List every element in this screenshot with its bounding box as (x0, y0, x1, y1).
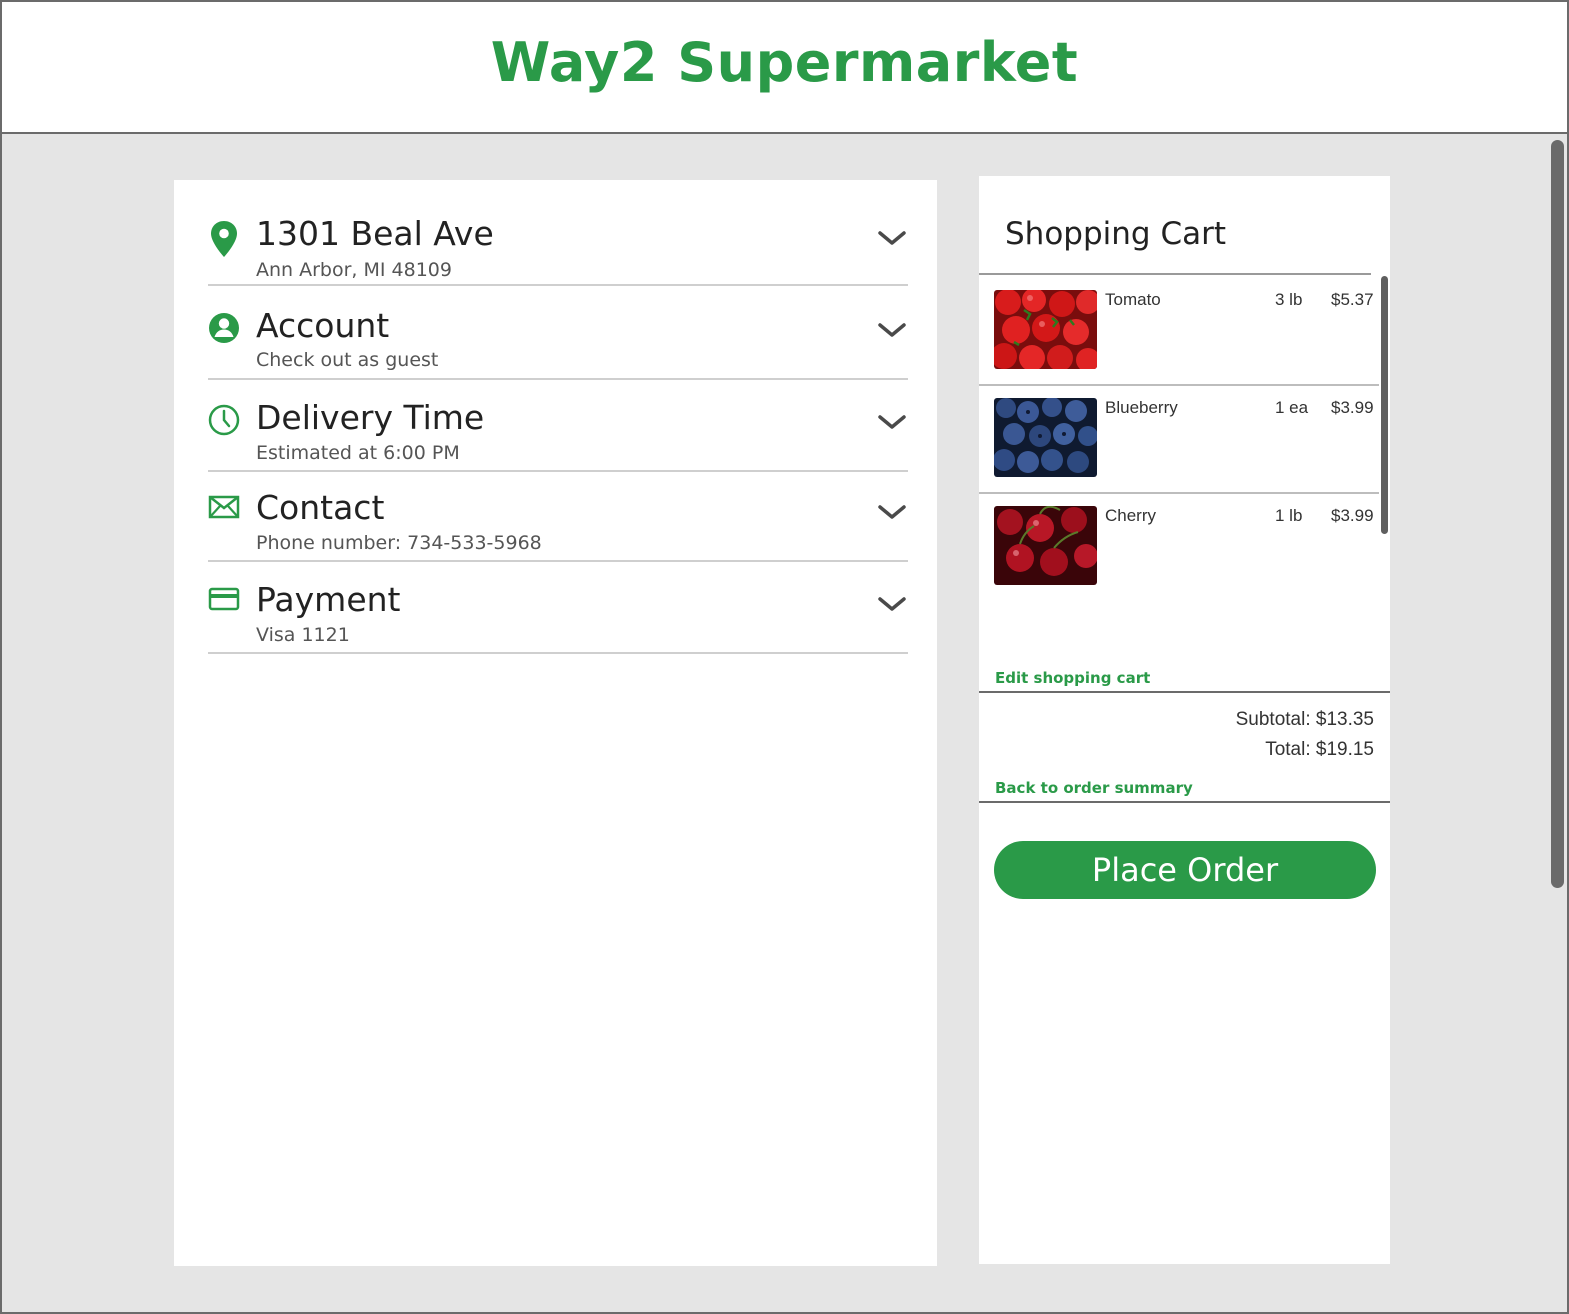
section-payment[interactable]: Payment Visa 1121 (208, 580, 908, 654)
item-price: $5.37 (1331, 290, 1374, 309)
chevron-down-icon[interactable] (876, 222, 908, 254)
section-title: Contact (256, 488, 385, 527)
back-to-summary-link[interactable]: Back to order summary (995, 779, 1193, 797)
section-account[interactable]: Account Check out as guest (208, 306, 908, 380)
item-price: $3.99 (1331, 506, 1374, 525)
tomato-image (994, 290, 1097, 369)
chevron-down-icon[interactable] (876, 588, 908, 620)
chevron-down-icon[interactable] (876, 314, 908, 346)
section-subtitle: Ann Arbor, MI 48109 (256, 259, 452, 281)
place-order-button[interactable]: Place Order (994, 841, 1376, 899)
location-pin-icon (208, 220, 240, 257)
chevron-down-icon[interactable] (876, 496, 908, 528)
section-contact[interactable]: Contact Phone number: 734-533-5968 (208, 488, 908, 562)
page-scrollbar[interactable] (1551, 140, 1565, 890)
cart-item[interactable]: Cherry 1 lb $3.99 (979, 492, 1379, 600)
credit-card-icon (208, 586, 240, 622)
header-bar: Way2 Supermarket (2, 2, 1567, 134)
checkout-panel: 1301 Beal Ave Ann Arbor, MI 48109 Accoun… (174, 180, 937, 1266)
page-scrollbar-thumb[interactable] (1551, 140, 1564, 888)
cart-item[interactable]: Tomato 3 lb $5.37 (979, 276, 1379, 386)
app-window: Way2 Supermarket 1301 Beal Ave Ann Arbor… (0, 0, 1569, 1314)
chevron-down-icon[interactable] (876, 406, 908, 438)
section-title: 1301 Beal Ave (256, 214, 494, 253)
cart-items-scrollbar[interactable] (1381, 276, 1388, 534)
blueberry-image (994, 398, 1097, 477)
divider (979, 273, 1371, 275)
user-icon (208, 312, 240, 348)
item-quantity: 1 lb (1275, 506, 1303, 525)
edit-cart-link[interactable]: Edit shopping cart (995, 669, 1150, 687)
divider (979, 801, 1390, 803)
section-subtitle: Estimated at 6:00 PM (256, 442, 460, 464)
section-title: Delivery Time (256, 398, 485, 437)
shopping-cart-panel: Shopping Cart Tomato 3 lb $5.37 Blueberr… (979, 176, 1390, 1264)
item-price: $3.99 (1331, 398, 1374, 417)
brand-title: Way2 Supermarket (490, 30, 1079, 94)
item-name: Cherry (1105, 506, 1157, 525)
section-subtitle: Visa 1121 (256, 624, 350, 646)
item-quantity: 3 lb (1275, 290, 1303, 309)
item-name: Blueberry (1105, 398, 1178, 417)
section-subtitle: Phone number: 734-533-5968 (256, 532, 542, 554)
item-name: Tomato (1105, 290, 1161, 309)
section-subtitle: Check out as guest (256, 349, 439, 371)
total: Total: $19.15 (1265, 739, 1374, 760)
subtotal: Subtotal: $13.35 (1235, 709, 1374, 730)
section-title: Payment (256, 580, 401, 619)
section-title: Account (256, 306, 390, 345)
item-quantity: 1 ea (1275, 398, 1309, 417)
mail-icon (208, 494, 240, 530)
cart-item[interactable]: Blueberry 1 ea $3.99 (979, 384, 1379, 494)
clock-icon (208, 404, 240, 440)
divider (979, 691, 1390, 693)
section-address[interactable]: 1301 Beal Ave Ann Arbor, MI 48109 (208, 214, 908, 286)
cherry-image (994, 506, 1097, 585)
section-delivery-time[interactable]: Delivery Time Estimated at 6:00 PM (208, 398, 908, 472)
cart-title: Shopping Cart (1005, 216, 1226, 252)
